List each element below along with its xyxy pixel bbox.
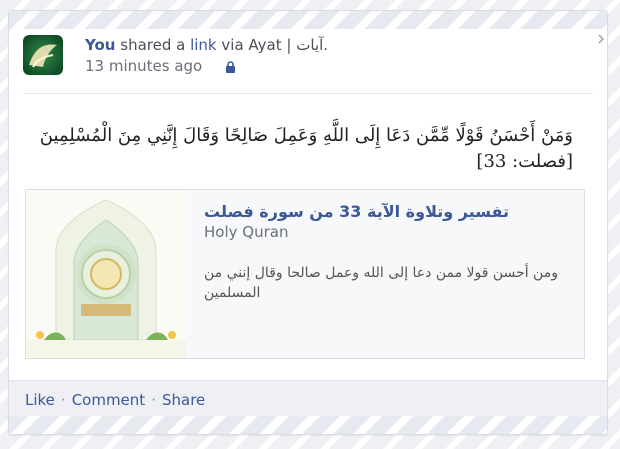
share-link[interactable]: Share	[162, 391, 205, 409]
link-preview-info: تفسير وتلاوة الآية 33 من سورة فصلت Holy …	[204, 202, 574, 303]
lock-icon[interactable]	[225, 59, 236, 77]
news-feed-story: You shared a link via Ayat | آيات. 13 mi…	[8, 10, 608, 435]
post-message: وَمَنْ أَحْسَنُ قَوْلًا مِّمَّن دَعَا إِ…	[39, 125, 573, 172]
story-meta: 13 minutes ago	[85, 57, 236, 77]
separator: ·	[151, 391, 156, 409]
link-title[interactable]: تفسير وتلاوة الآية 33 من سورة فصلت	[204, 202, 574, 221]
separator: ·	[60, 391, 66, 409]
shared-text: shared a	[120, 36, 186, 54]
quran-book-image[interactable]	[26, 190, 186, 358]
author-name[interactable]: You	[85, 36, 115, 54]
header-divider	[23, 93, 593, 94]
comment-link[interactable]: Comment	[72, 391, 146, 409]
story-header: You shared a link via Ayat | آيات.	[85, 36, 328, 54]
like-link[interactable]: Like	[25, 391, 55, 409]
story-actions: Like · Comment · Share	[9, 380, 607, 419]
link-description: ومن أحسن قولا ممن دعا إلى الله وعمل صالح…	[204, 265, 558, 301]
chevron-icon[interactable]	[593, 33, 609, 49]
bottom-stripe	[9, 416, 607, 434]
link-text[interactable]: link	[190, 36, 217, 54]
link-site: Holy Quran	[204, 223, 289, 241]
top-stripe	[9, 11, 607, 29]
quran-app-logo[interactable]	[23, 35, 63, 75]
via-app-text[interactable]: via Ayat | آيات.	[221, 36, 328, 54]
shared-link-preview[interactable]: تفسير وتلاوة الآية 33 من سورة فصلت Holy …	[25, 189, 585, 359]
timestamp[interactable]: 13 minutes ago	[85, 57, 202, 75]
